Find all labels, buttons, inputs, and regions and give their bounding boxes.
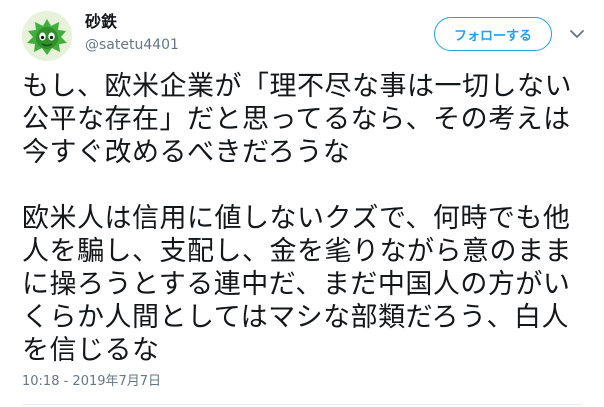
tweet-timestamp[interactable]: 10:18 - 2019年7月7日 — [22, 374, 161, 390]
chevron-down-icon — [570, 29, 584, 38]
display-name[interactable]: 砂鉄 — [85, 12, 117, 32]
tweet-header: 砂鉄 @satetu4401 フォローする — [0, 0, 604, 62]
tweet-card: 砂鉄 @satetu4401 フォローする もし、欧米企業が「理不尽な事は一切し… — [0, 0, 604, 407]
avatar-image — [22, 11, 72, 61]
tweet-menu-button[interactable] — [568, 25, 586, 43]
avatar[interactable] — [22, 11, 72, 61]
user-handle[interactable]: @satetu4401 — [85, 36, 179, 54]
divider — [22, 404, 582, 405]
follow-button[interactable]: フォローする — [434, 17, 552, 51]
tweet-text: もし、欧米企業が「理不尽な事は一切しない 公平な存在」だと思ってるなら、その考え… — [22, 71, 572, 366]
